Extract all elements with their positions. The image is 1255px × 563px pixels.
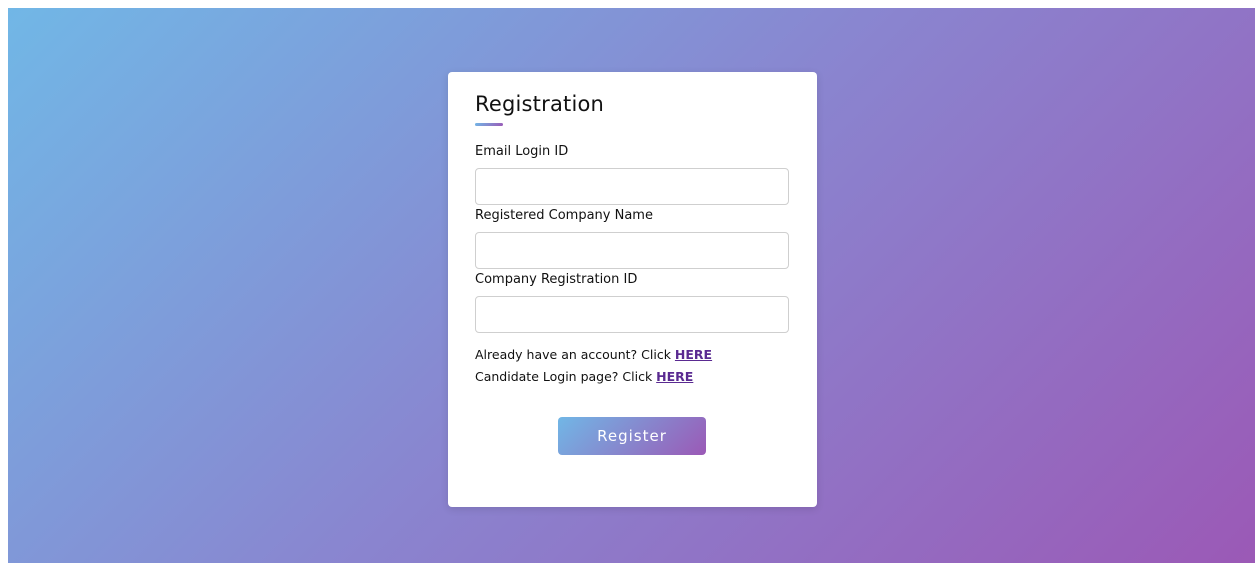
email-login-id-input[interactable] xyxy=(475,168,789,205)
candidate-login-hint: Candidate Login page? Click HERE xyxy=(475,369,693,384)
login-link[interactable]: HERE xyxy=(675,347,712,362)
login-hint-text: Already have an account? Click xyxy=(475,347,675,362)
candidate-login-link[interactable]: HERE xyxy=(656,369,693,384)
company-registration-id-input[interactable] xyxy=(475,296,789,333)
email-login-id-label: Email Login ID xyxy=(475,144,569,159)
candidate-login-hint-text: Candidate Login page? Click xyxy=(475,369,657,384)
form-title: Registration xyxy=(475,92,605,116)
login-hint: Already have an account? Click HERE xyxy=(475,347,712,362)
company-name-label: Registered Company Name xyxy=(475,208,653,223)
company-name-input[interactable] xyxy=(475,232,789,269)
page-background: Registration Email Login ID Registered C… xyxy=(8,8,1255,563)
title-underline xyxy=(475,123,503,126)
company-registration-id-label: Company Registration ID xyxy=(475,272,638,287)
registration-card: Registration Email Login ID Registered C… xyxy=(448,72,817,507)
register-button[interactable]: Register xyxy=(558,417,706,455)
